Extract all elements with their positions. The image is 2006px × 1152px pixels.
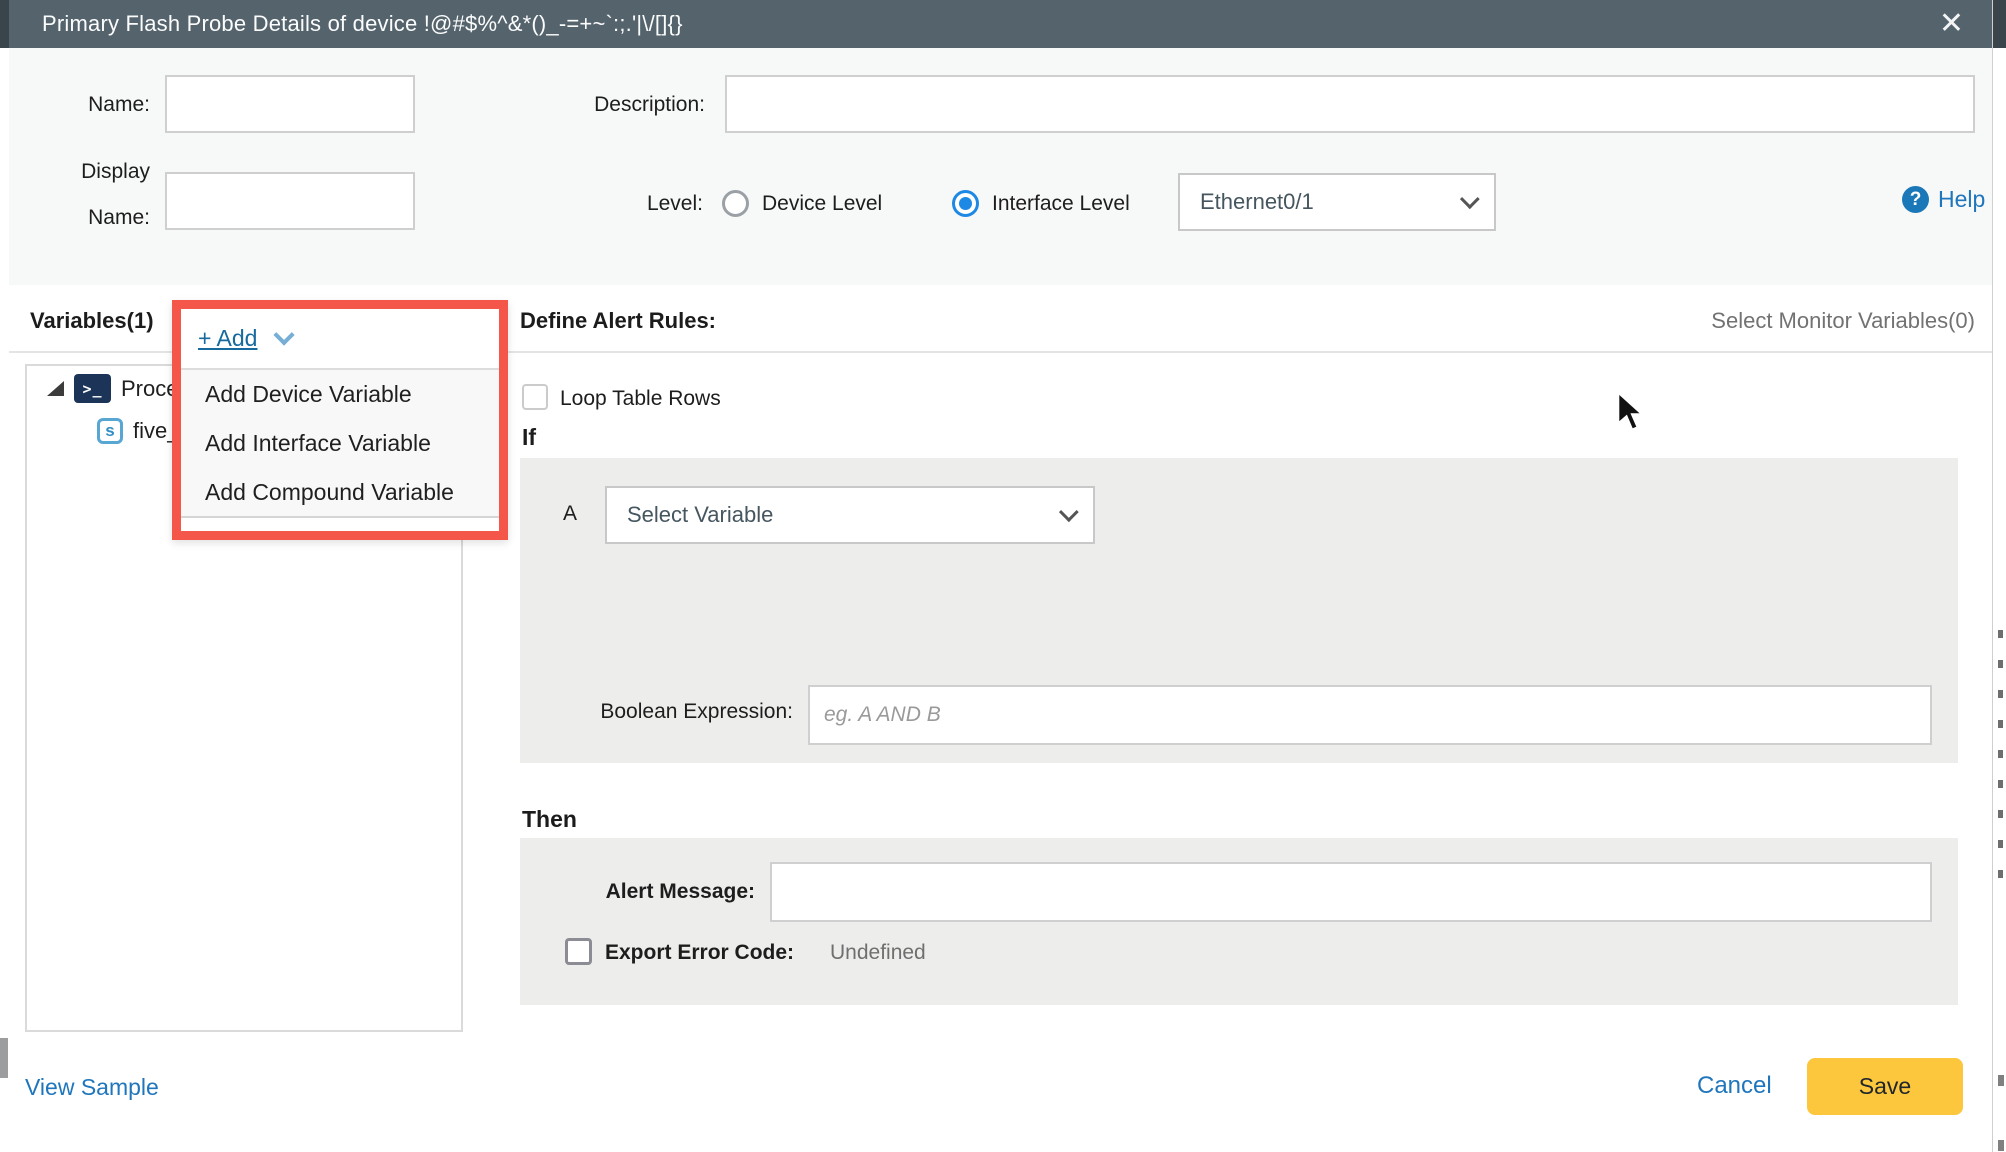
display-name-input[interactable] (165, 172, 415, 230)
condition-a-label: A (563, 502, 577, 526)
dialog-title: Primary Flash Probe Details of device !@… (42, 11, 1939, 37)
menu-item-add-compound-variable[interactable]: Add Compound Variable (181, 468, 499, 517)
variables-header: Variables(1) (30, 308, 154, 334)
interface-level-radio[interactable] (952, 190, 979, 217)
select-variable-dropdown[interactable]: Select Variable (605, 486, 1095, 544)
string-variable-icon: s (97, 418, 123, 444)
display-name-label-line2: Name: (40, 206, 150, 230)
terminal-icon: >_ (74, 374, 111, 403)
tree-row-process[interactable]: >_ Proces (47, 374, 189, 403)
background-page-text-fragment (1998, 1075, 2004, 1086)
help-link[interactable]: ? Help (1902, 186, 1985, 213)
help-question-icon: ? (1902, 186, 1929, 213)
probe-details-dialog: Primary Flash Probe Details of device !@… (9, 0, 1993, 1152)
define-alert-rules-header: Define Alert Rules: (520, 308, 716, 334)
alert-message-label: Alert Message: (520, 880, 755, 904)
add-variable-menu: Add Device Variable Add Interface Variab… (181, 368, 499, 518)
mouse-cursor (1616, 390, 1656, 434)
display-name-label-line1: Display (40, 160, 150, 184)
export-error-code-value: Undefined (830, 941, 926, 965)
device-level-radio[interactable] (722, 190, 749, 217)
level-label: Level: (600, 192, 703, 216)
description-label: Description: (540, 93, 705, 117)
tree-row-five[interactable]: s five_ (97, 418, 179, 444)
loop-table-rows-label[interactable]: Loop Table Rows (560, 387, 721, 411)
name-input[interactable] (165, 75, 415, 133)
chevron-down-icon (1059, 502, 1079, 522)
help-label: Help (1938, 186, 1985, 213)
select-monitor-variables-link[interactable]: Select Monitor Variables(0) (1600, 308, 1975, 334)
view-sample-link[interactable]: View Sample (25, 1074, 159, 1101)
add-variable-menu-highlight: + Add Add Device Variable Add Interface … (172, 300, 508, 540)
loop-table-rows-checkbox[interactable] (522, 384, 548, 410)
background-page-text-fragment (1998, 1140, 2004, 1151)
dialog-titlebar: Primary Flash Probe Details of device !@… (9, 0, 1992, 48)
background-page-text-sliver (1998, 630, 2003, 900)
interface-select[interactable]: Ethernet0/1 (1178, 173, 1496, 231)
device-level-label[interactable]: Device Level (762, 192, 882, 216)
add-button-row: + Add (181, 309, 499, 368)
chevron-down-icon[interactable] (274, 324, 295, 345)
if-label: If (522, 424, 536, 451)
select-variable-value: Select Variable (627, 502, 1059, 528)
interface-level-label[interactable]: Interface Level (992, 192, 1130, 216)
alert-message-input[interactable] (770, 862, 1932, 922)
menu-item-add-interface-variable[interactable]: Add Interface Variable (181, 419, 499, 468)
description-input[interactable] (725, 75, 1975, 133)
add-button[interactable]: + Add (198, 325, 257, 352)
chevron-down-icon (1460, 189, 1480, 209)
close-icon[interactable]: ✕ (1939, 9, 1964, 39)
then-label: Then (522, 806, 577, 833)
save-button[interactable]: Save (1807, 1058, 1963, 1115)
boolean-expression-label: Boolean Expression: (520, 700, 793, 724)
export-error-code-checkbox[interactable] (565, 938, 592, 965)
menu-item-add-device-variable[interactable]: Add Device Variable (181, 370, 499, 419)
boolean-expression-input[interactable] (808, 685, 1932, 745)
name-label: Name: (40, 93, 150, 117)
interface-select-value: Ethernet0/1 (1200, 189, 1460, 215)
background-page-left-fragment (0, 1038, 8, 1078)
export-error-code-label[interactable]: Export Error Code: (605, 941, 794, 965)
cancel-button[interactable]: Cancel (1697, 1072, 1772, 1100)
tree-expand-caret-icon[interactable] (47, 381, 64, 396)
